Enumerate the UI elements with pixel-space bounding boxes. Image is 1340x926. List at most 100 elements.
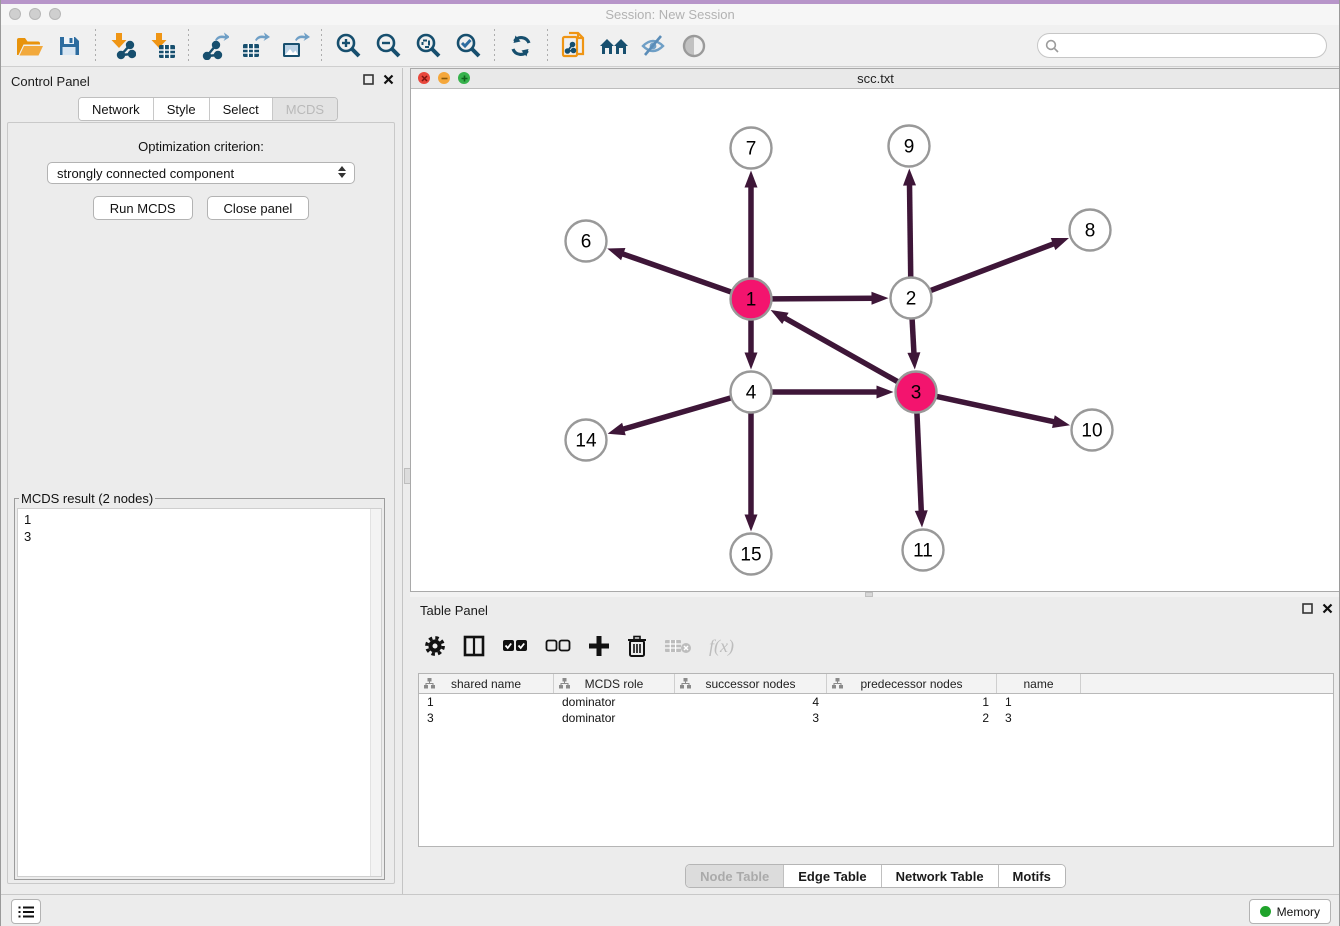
tab-mcds[interactable]: MCDS xyxy=(273,98,337,120)
window-title: Session: New Session xyxy=(1,7,1339,22)
task-history-button[interactable] xyxy=(11,899,41,924)
node-label-2: 2 xyxy=(906,289,917,310)
table-cell[interactable]: 3 xyxy=(419,711,554,725)
table-cell[interactable]: dominator xyxy=(554,711,675,725)
float-panel-icon[interactable] xyxy=(363,74,374,85)
result-scrollbar[interactable] xyxy=(370,509,381,876)
export-table-icon[interactable] xyxy=(235,29,275,63)
mcds-result-list[interactable]: 13 xyxy=(17,508,382,877)
float-panel-icon[interactable] xyxy=(1302,603,1313,614)
network-canvas[interactable]: 7968124314101511 xyxy=(411,89,1340,592)
search-icon xyxy=(1045,39,1059,53)
network-frame-titlebar: scc.txt xyxy=(411,69,1340,89)
tab-motifs[interactable]: Motifs xyxy=(999,865,1065,887)
list-icon xyxy=(18,905,34,919)
zoom-fit-icon[interactable] xyxy=(408,29,448,63)
close-panel-icon[interactable] xyxy=(383,74,394,85)
edge-arrowhead xyxy=(907,352,920,369)
graph-edge-3-10[interactable] xyxy=(936,396,1055,422)
mcds-result-group: MCDS result (2 nodes) 13 xyxy=(14,491,385,880)
tab-network-table[interactable]: Network Table xyxy=(882,865,999,887)
table-cell[interactable]: 3 xyxy=(997,711,1081,725)
memory-status-icon xyxy=(1260,906,1271,917)
zoom-out-icon[interactable] xyxy=(368,29,408,63)
close-panel-button[interactable]: Close panel xyxy=(207,196,310,220)
save-session-icon[interactable] xyxy=(49,29,89,63)
tab-node-table[interactable]: Node Table xyxy=(686,865,784,887)
graph-edge-4-14[interactable] xyxy=(622,398,731,430)
run-mcds-button[interactable]: Run MCDS xyxy=(93,196,193,220)
table-cell[interactable]: dominator xyxy=(554,695,675,709)
export-network-icon[interactable] xyxy=(195,29,235,63)
show-columns-icon[interactable] xyxy=(463,635,485,657)
table-cell[interactable]: 1 xyxy=(827,695,997,709)
table-cell[interactable]: 4 xyxy=(675,695,827,709)
graph-edge-3-11[interactable] xyxy=(917,412,921,512)
column-header-predecessor-nodes[interactable]: predecessor nodes xyxy=(827,674,997,693)
tab-style[interactable]: Style xyxy=(154,98,210,120)
column-header-shared-name[interactable]: shared name xyxy=(419,674,554,693)
export-image-icon[interactable] xyxy=(275,29,315,63)
network-overview-icon[interactable] xyxy=(594,29,634,63)
edge-arrowhead xyxy=(745,515,758,532)
duplicate-network-icon[interactable] xyxy=(554,29,594,63)
memory-button[interactable]: Memory xyxy=(1249,899,1331,924)
edge-arrowhead xyxy=(745,171,758,188)
table-panel: Table Panel f(x) shared nameMCDS rolesuc… xyxy=(410,597,1340,894)
refresh-layout-icon[interactable] xyxy=(501,29,541,63)
deselect-all-columns-icon[interactable] xyxy=(545,639,571,653)
table-cell[interactable]: 2 xyxy=(827,711,997,725)
zoom-in-icon[interactable] xyxy=(328,29,368,63)
table-tab-bar: Node TableEdge TableNetwork TableMotifs xyxy=(685,864,1066,888)
edge-arrowhead xyxy=(607,248,625,260)
delete-column-trash-icon[interactable] xyxy=(627,635,647,657)
graph-edge-2-9[interactable] xyxy=(909,183,910,277)
edge-arrowhead xyxy=(871,292,888,305)
table-cell[interactable]: 3 xyxy=(675,711,827,725)
node-label-8: 8 xyxy=(1085,221,1096,242)
graph-edge-1-6[interactable] xyxy=(621,253,731,292)
column-type-icon xyxy=(559,678,570,689)
toolbar-separator xyxy=(95,29,96,63)
delete-table-icon[interactable] xyxy=(664,637,692,655)
node-label-3: 3 xyxy=(911,383,922,404)
table-row[interactable]: 1dominator411 xyxy=(419,694,1333,710)
tab-select[interactable]: Select xyxy=(210,98,273,120)
toolbar-separator xyxy=(321,29,322,63)
edge-arrowhead xyxy=(1052,415,1070,428)
table-cell[interactable]: 1 xyxy=(419,695,554,709)
close-panel-icon[interactable] xyxy=(1322,603,1333,614)
import-table-icon[interactable] xyxy=(142,29,182,63)
column-header-successor-nodes[interactable]: successor nodes xyxy=(675,674,827,693)
window-titlebar: Session: New Session xyxy=(1,4,1339,26)
graph-edge-3-1[interactable] xyxy=(784,317,898,382)
tab-network[interactable]: Network xyxy=(79,98,154,120)
birds-eye-view-icon[interactable] xyxy=(674,29,714,63)
column-header-name[interactable]: name xyxy=(997,674,1081,693)
node-label-7: 7 xyxy=(746,139,757,160)
hide-graphics-details-icon[interactable] xyxy=(634,29,674,63)
graph-edge-2-3[interactable] xyxy=(912,318,914,354)
graph-edge-2-8[interactable] xyxy=(930,243,1055,290)
main-toolbar xyxy=(1,25,1339,67)
search-box xyxy=(1037,33,1327,58)
column-header-MCDS-role[interactable]: MCDS role xyxy=(554,674,675,693)
import-network-icon[interactable] xyxy=(102,29,142,63)
open-file-icon[interactable] xyxy=(9,29,49,63)
table-row[interactable]: 3dominator323 xyxy=(419,710,1333,726)
table-panel-header: Table Panel xyxy=(410,597,1340,623)
toolbar-separator xyxy=(547,29,548,63)
select-all-columns-icon[interactable] xyxy=(502,639,528,653)
add-column-icon[interactable] xyxy=(588,635,610,657)
graph-edge-1-2[interactable] xyxy=(771,298,873,299)
function-builder-icon[interactable]: f(x) xyxy=(709,636,734,657)
edge-arrowhead xyxy=(771,310,789,324)
table-settings-gear-icon[interactable] xyxy=(424,635,446,657)
status-bar: Memory xyxy=(1,894,1339,926)
zoom-selected-icon[interactable] xyxy=(448,29,488,63)
optimization-criterion-select[interactable]: strongly connected component xyxy=(47,162,355,184)
table-cell[interactable]: 1 xyxy=(997,695,1081,709)
search-input[interactable] xyxy=(1064,38,1326,54)
tab-edge-table[interactable]: Edge Table xyxy=(784,865,881,887)
table-body: 1dominator4113dominator323 xyxy=(419,694,1333,726)
